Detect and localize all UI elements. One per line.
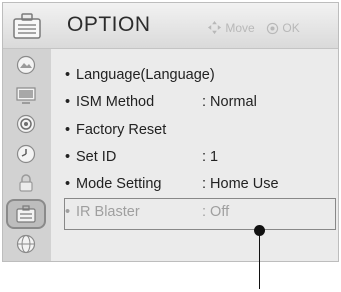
- page-title: OPTION: [67, 13, 151, 36]
- clock-icon: [16, 144, 36, 164]
- audio-icon: [16, 114, 36, 134]
- bullet: •: [65, 176, 71, 192]
- move-arrows-icon: [207, 20, 222, 35]
- menu-item-label: Set ID: [76, 149, 117, 165]
- category-sidebar: [3, 49, 51, 261]
- sidebar-item-option[interactable]: [6, 199, 46, 229]
- menu-item-language[interactable]: • Language(Language): [65, 67, 337, 91]
- tv-screen-icon: [16, 87, 36, 104]
- network-icon: [16, 234, 36, 254]
- menu-item-label: Language(Language): [76, 67, 215, 83]
- option-icon: [16, 205, 36, 223]
- sidebar-item-audio[interactable]: [9, 113, 43, 135]
- sidebar-item-time[interactable]: [9, 143, 43, 165]
- menu-item-mode-setting[interactable]: • Mode Setting : Home Use: [65, 176, 337, 200]
- menu-item-value: : 1: [202, 149, 219, 165]
- sidebar-item-screen[interactable]: [9, 84, 43, 106]
- bullet: •: [65, 149, 71, 165]
- lock-icon: [19, 174, 33, 192]
- menu-item-value: : Home Use: [202, 176, 279, 192]
- menu-item-label: Mode Setting: [76, 176, 162, 192]
- menu-item-value: : Normal: [202, 94, 257, 110]
- bullet: •: [65, 67, 71, 83]
- sidebar-item-network[interactable]: [9, 233, 43, 255]
- menu-item-set-id[interactable]: • Set ID : 1: [65, 149, 337, 173]
- menu-item-ism-method[interactable]: • ISM Method : Normal: [65, 94, 337, 118]
- ok-button-icon: [266, 22, 279, 35]
- bullet: •: [65, 94, 71, 110]
- ir-blaster-highlight-box: [64, 198, 336, 230]
- menu-header: OPTION Move OK: [3, 3, 338, 49]
- sidebar-item-lock[interactable]: [9, 172, 43, 194]
- sidebar-item-picture[interactable]: [9, 54, 43, 76]
- navigation-hint: Move OK: [207, 20, 300, 35]
- picture-icon: [16, 55, 36, 75]
- bullet: •: [65, 122, 71, 138]
- menu-item-label: ISM Method: [76, 94, 155, 110]
- menu-item-factory-reset[interactable]: • Factory Reset: [65, 122, 337, 146]
- move-hint-label: Move: [225, 21, 255, 35]
- menu-item-label: Factory Reset: [76, 122, 167, 138]
- option-suitcase-icon: [13, 13, 41, 39]
- ok-hint-label: OK: [282, 21, 300, 35]
- callout-line: [259, 231, 260, 289]
